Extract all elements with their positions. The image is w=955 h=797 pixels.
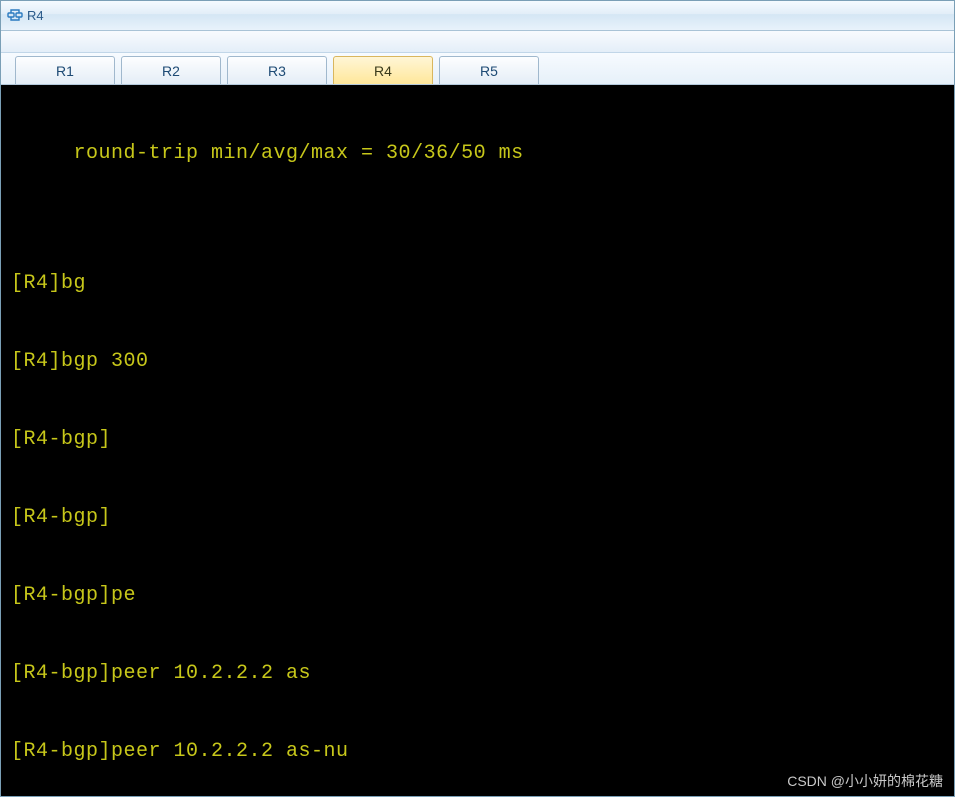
terminal-line: round-trip min/avg/max = 30/36/50 ms (11, 141, 952, 167)
terminal-output[interactable]: round-trip min/avg/max = 30/36/50 ms [R4… (1, 85, 954, 796)
terminal-line: [R4-bgp]peer 10.2.2.2 as-nu (11, 739, 952, 765)
app-icon (7, 8, 23, 24)
terminal-line: [R4-bgp]pe (11, 583, 952, 609)
terminal-line: [R4]bgp 300 (11, 349, 952, 375)
tab-r1[interactable]: R1 (15, 56, 115, 84)
menu-bar (1, 31, 954, 53)
terminal-line: [R4-bgp] (11, 427, 952, 453)
tab-r4[interactable]: R4 (333, 56, 433, 84)
title-bar: R4 (1, 1, 954, 31)
tab-label: R3 (268, 63, 286, 79)
tab-r5[interactable]: R5 (439, 56, 539, 84)
window-title: R4 (27, 8, 44, 23)
app-window: R4 R1 R2 R3 R4 R5 round-trip min/avg/max… (0, 0, 955, 797)
terminal-line: [R4-bgp] (11, 505, 952, 531)
terminal-line: [R4]bg (11, 271, 952, 297)
tab-label: R1 (56, 63, 74, 79)
tab-label: R2 (162, 63, 180, 79)
tab-label: R4 (374, 63, 392, 79)
tab-label: R5 (480, 63, 498, 79)
tab-r2[interactable]: R2 (121, 56, 221, 84)
terminal-line: [R4-bgp]peer 10.2.2.2 as (11, 661, 952, 687)
tab-bar: R1 R2 R3 R4 R5 (1, 53, 954, 85)
tab-r3[interactable]: R3 (227, 56, 327, 84)
